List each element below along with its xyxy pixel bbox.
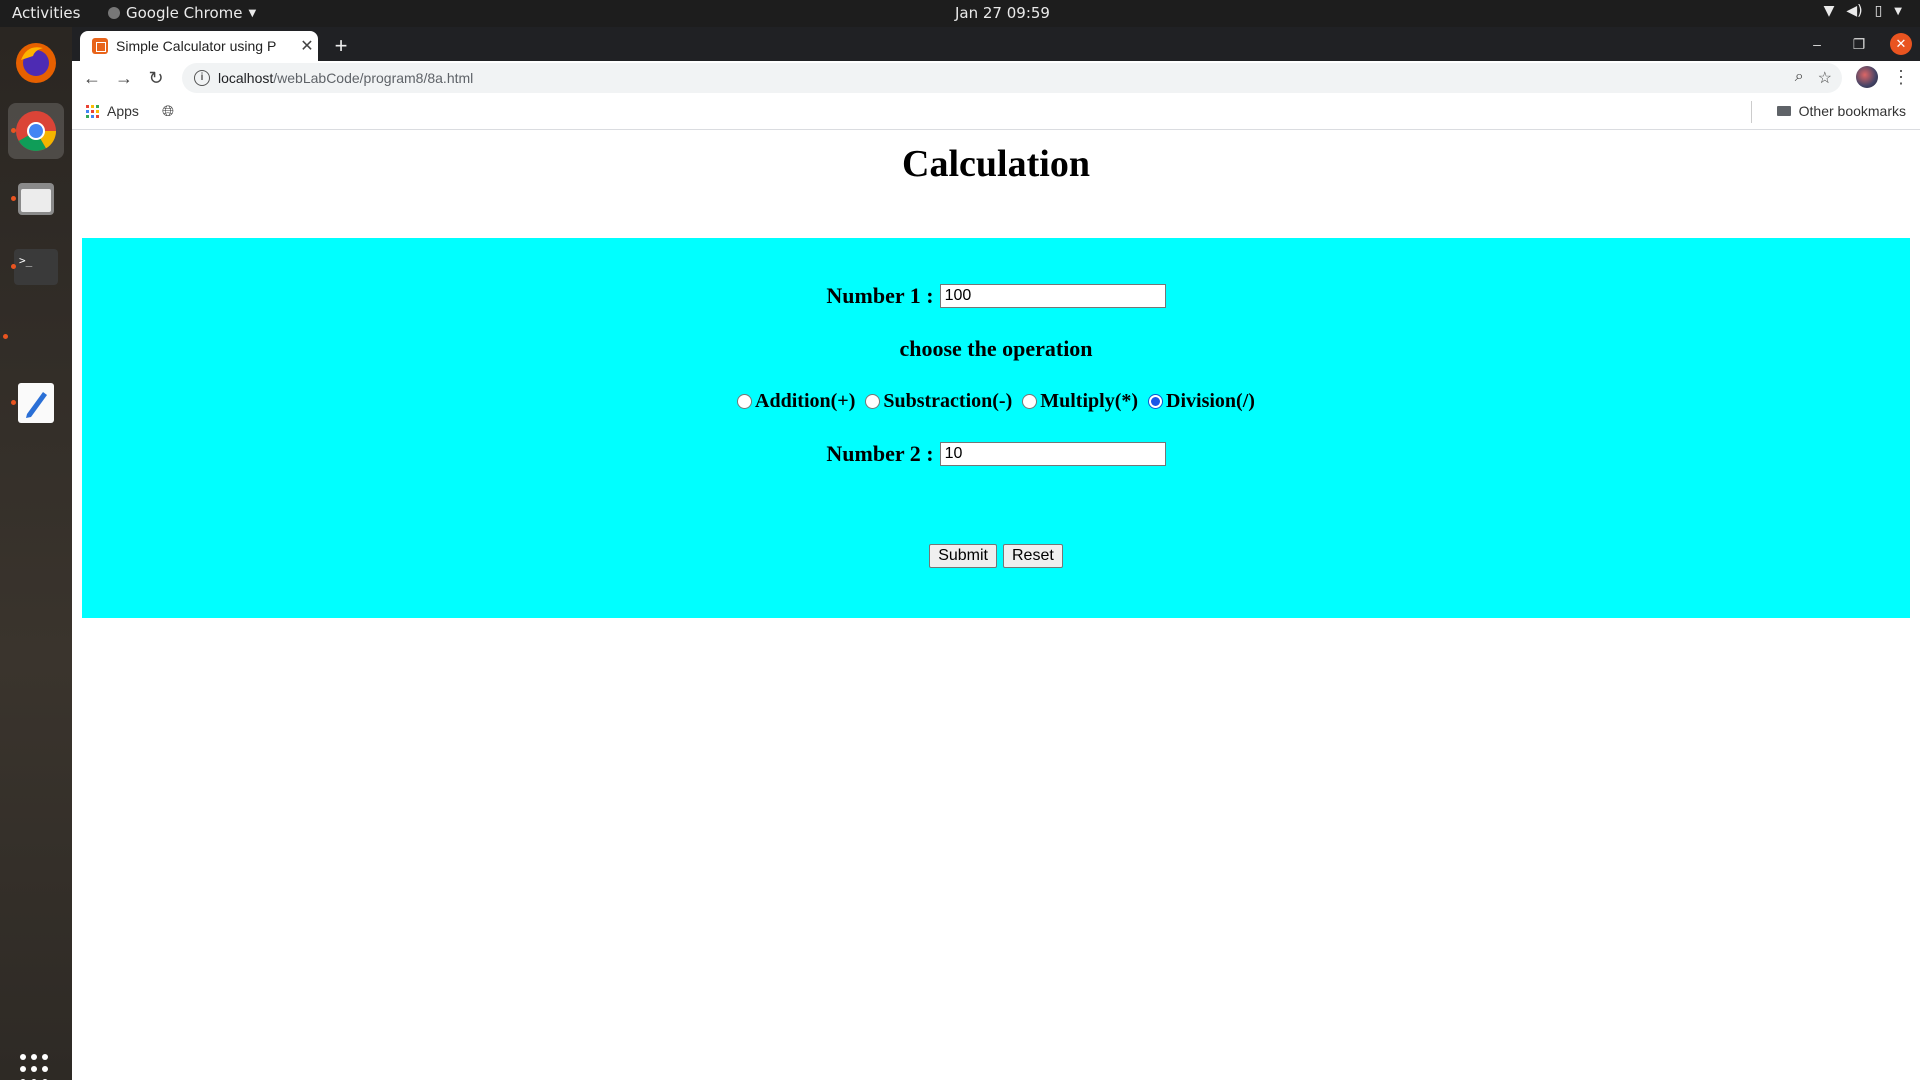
radio-button[interactable]	[737, 394, 753, 409]
wifi-icon: ▼	[1823, 3, 1835, 19]
new-tab-button[interactable]: +	[328, 33, 354, 59]
profile-avatar[interactable]	[1856, 66, 1878, 88]
apps-grid-icon	[86, 104, 99, 118]
running-indicator	[11, 400, 16, 405]
submit-button[interactable]: Submit	[929, 544, 997, 568]
bookmarks-divider	[1751, 101, 1752, 123]
radio-division-label: Division(/)	[1166, 390, 1255, 412]
menu-kebab-icon[interactable]: ⋮	[1892, 67, 1910, 88]
number1-input[interactable]	[939, 284, 1166, 308]
apps-label: Apps	[107, 103, 139, 119]
radio-addition-label: Addition(+)	[755, 390, 856, 412]
close-tab-icon[interactable]: ✕	[296, 36, 318, 56]
page-title: Calculation	[902, 143, 1090, 185]
running-indicator	[11, 264, 16, 269]
volume-icon: ◀)	[1846, 3, 1863, 19]
radio-multiply[interactable]: Multiply(*)	[1022, 390, 1138, 413]
browser-toolbar: ← → ↻ i localhost/webLabCode/program8/8a…	[72, 61, 1920, 95]
radio-multiply-label: Multiply(*)	[1040, 390, 1139, 412]
number2-input[interactable]	[939, 442, 1166, 466]
radio-subtraction[interactable]: Substraction(-)	[865, 390, 1012, 413]
bookmarks-bar: Apps 🌐︎ Other bookmarks	[72, 95, 1920, 130]
number2-label: Number 2 :	[826, 441, 934, 466]
dock: >_	[0, 27, 72, 1085]
number1-label: Number 1 :	[826, 283, 934, 308]
back-icon[interactable]: ←	[76, 68, 108, 89]
chevron-down-icon: ▼	[248, 7, 257, 19]
tab-active[interactable]: Simple Calculator using P ✕	[80, 31, 318, 61]
svg-text:>_: >_	[19, 254, 33, 267]
forward-icon[interactable]: →	[108, 68, 140, 89]
files-icon[interactable]	[8, 171, 64, 227]
radio-subtraction-label: Substraction(-)	[883, 390, 1013, 412]
address-bar[interactable]: i localhost/webLabCode/program8/8a.html …	[182, 63, 1842, 93]
tab-strip: Simple Calculator using P ✕ + – ❐ ✕	[72, 27, 1920, 61]
globe-icon[interactable]: 🌐︎	[162, 103, 174, 120]
app-menu[interactable]: Google Chrome ▼	[108, 4, 256, 22]
app-menu-label: Google Chrome	[126, 4, 243, 22]
radio-button-selected[interactable]	[1148, 394, 1164, 409]
other-bookmarks-label: Other bookmarks	[1798, 103, 1906, 119]
url-path: /webLabCode/program8/8a.html	[273, 70, 474, 86]
operation-radio-group: Addition(+) Substraction(-) Multiply(*) …	[82, 390, 1910, 413]
minimize-button[interactable]: –	[1806, 36, 1828, 52]
terminal-icon[interactable]: >_	[8, 239, 64, 295]
folder-icon	[1776, 106, 1791, 116]
bookmark-star-icon[interactable]: ☆	[1818, 68, 1832, 88]
apps-bookmark[interactable]: Apps	[86, 103, 139, 119]
system-top-bar: Activities Google Chrome ▼ Jan 27 09:59 …	[0, 0, 1920, 27]
running-indicator	[11, 128, 16, 133]
activities-button[interactable]: Activities	[12, 4, 80, 22]
clock[interactable]: Jan 27 09:59	[955, 4, 1050, 22]
reload-icon[interactable]: ↻	[140, 68, 172, 89]
radio-button[interactable]	[865, 394, 881, 409]
other-bookmarks[interactable]: Other bookmarks	[1776, 103, 1906, 119]
zoom-icon[interactable]: ⌕	[1795, 68, 1804, 88]
radio-button[interactable]	[1022, 394, 1038, 409]
show-apps-icon[interactable]	[20, 1054, 52, 1086]
running-indicator	[11, 196, 16, 201]
chevron-down-icon: ▼	[1894, 5, 1902, 17]
running-indicator	[3, 334, 8, 339]
radio-addition[interactable]: Addition(+)	[737, 390, 855, 413]
tab-title: Simple Calculator using P	[116, 38, 277, 54]
radio-division[interactable]: Division(/)	[1148, 390, 1255, 413]
text-editor-icon[interactable]	[8, 375, 64, 431]
chrome-small-icon	[108, 7, 120, 19]
reset-button[interactable]: Reset	[1003, 544, 1063, 568]
system-tray[interactable]: ▼ ◀) ▯ ▼	[1824, 3, 1902, 19]
window-controls: – ❐ ✕	[1806, 27, 1920, 61]
close-window-button[interactable]: ✕	[1890, 33, 1912, 55]
firefox-icon[interactable]	[8, 35, 64, 91]
battery-icon: ▯	[1874, 3, 1883, 19]
site-info-icon[interactable]: i	[194, 70, 210, 86]
restore-button[interactable]: ❐	[1848, 36, 1870, 53]
calculator-form: Number 1 : choose the operation Addition…	[82, 238, 1910, 618]
page-favicon-icon	[92, 38, 108, 54]
page-content: Calculation Number 1 : choose the operat…	[72, 130, 1920, 1080]
operation-heading: choose the operation	[899, 336, 1093, 361]
chrome-icon[interactable]	[8, 103, 64, 159]
url-host: localhost	[218, 70, 274, 86]
